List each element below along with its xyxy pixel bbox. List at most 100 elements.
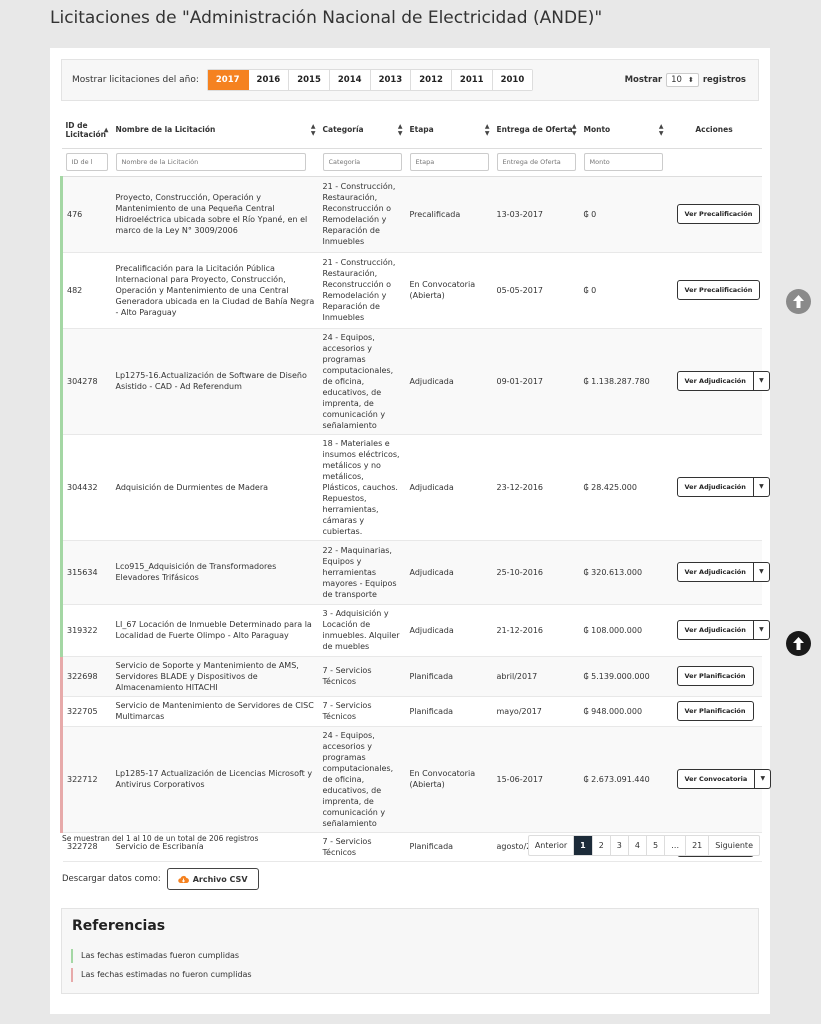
filter-entrega-input[interactable] xyxy=(496,153,576,171)
cell-id: 322698 xyxy=(60,656,112,697)
records-info: Se muestran del 1 al 10 de un total de 2… xyxy=(62,834,259,843)
year-button-2010[interactable]: 2010 xyxy=(492,70,533,90)
cell-categoria: 24 - Equipos, accesorios y programas com… xyxy=(318,328,406,435)
cell-categoria: 7 - Servicios Técnicos xyxy=(318,656,406,697)
cell-entrega: 15-06-2017 xyxy=(492,726,580,833)
cell-acciones: Ver Adjudicación ▼ xyxy=(666,434,770,541)
reference-unmet: Las fechas estimadas no fueron cumplidas xyxy=(71,968,252,982)
row-action-button[interactable]: Ver Precalificación xyxy=(676,204,761,224)
filter-etapa-input[interactable] xyxy=(409,153,489,171)
page-link-anterior[interactable]: Anterior xyxy=(529,836,575,855)
header-id[interactable]: ID de Licitación ▲ xyxy=(61,112,112,149)
page-title: Licitaciones de "Administración Nacional… xyxy=(50,8,603,28)
cell-nombre: Precalificación para la Licitación Públi… xyxy=(111,252,319,329)
table-row: 476 Proyecto, Construcción, Operación y M… xyxy=(60,176,762,253)
cell-acciones: Ver Adjudicación ▼ xyxy=(666,540,770,605)
reference-met: Las fechas estimadas fueron cumplidas xyxy=(71,949,239,963)
row-action-button[interactable]: Ver Convocatoria xyxy=(676,769,756,789)
header-categoria[interactable]: Categoría ▲ ▼ xyxy=(318,112,406,149)
page-link-1[interactable]: 1 xyxy=(574,836,593,855)
caret-down-icon[interactable]: ▼ xyxy=(753,371,770,391)
caret-down-icon[interactable]: ▼ xyxy=(753,477,770,497)
cell-acciones: Ver Planificación xyxy=(666,696,762,727)
table-row: 322712 Lp1285-17 Actualización de Licenci… xyxy=(60,726,772,833)
cell-etapa: Adjudicada xyxy=(405,434,493,541)
cell-monto: ₲ 0 xyxy=(579,252,667,329)
cell-categoria: 3 - Adquisición y Locación de inmuebles.… xyxy=(318,604,406,657)
year-button-2016[interactable]: 2016 xyxy=(248,70,290,90)
page-link-5[interactable]: 5 xyxy=(647,836,666,855)
filter-nombre-input[interactable] xyxy=(115,153,306,171)
header-entrega[interactable]: Entrega de Oferta ▲ ▼ xyxy=(492,112,580,149)
table-row: 304278 Lp1275-16.Actualización de Softwar… xyxy=(60,328,770,435)
page-size-select[interactable]: 10 ⬍ xyxy=(666,73,699,87)
page-link-4[interactable]: 4 xyxy=(629,836,647,855)
cell-id: 322712 xyxy=(60,726,112,833)
cell-nombre: LI_67 Locación de Inmueble Determinado p… xyxy=(111,604,319,657)
cell-entrega: 13-03-2017 xyxy=(492,176,580,253)
year-button-2013[interactable]: 2013 xyxy=(370,70,412,90)
action-group: Ver Planificación xyxy=(676,666,754,686)
action-group: Ver Precalificación xyxy=(676,280,761,300)
year-button-2015[interactable]: 2015 xyxy=(289,70,330,90)
arrow-up-circle-icon xyxy=(793,637,804,650)
year-button-2017[interactable]: 2017 xyxy=(207,70,249,90)
table-row: 315634 Lco915_Adquisición de Transformado… xyxy=(60,540,770,605)
year-button-2011[interactable]: 2011 xyxy=(451,70,493,90)
references-box: Referencias Las fechas estimadas fueron … xyxy=(61,908,759,994)
filter-id-input[interactable] xyxy=(65,153,108,171)
cell-nombre: Lco915_Adquisición de Transformadores El… xyxy=(111,540,319,605)
cell-etapa: En Convocatoria (Abierta) xyxy=(405,252,493,329)
action-group: Ver Adjudicación ▼ xyxy=(676,477,770,497)
filter-categoria-input[interactable] xyxy=(322,153,402,171)
header-etapa[interactable]: Etapa ▲ ▼ xyxy=(405,112,493,149)
cell-monto: ₲ 2.673.091.440 xyxy=(579,726,667,833)
sort-icon: ▲ ▼ xyxy=(310,122,316,137)
download-csv-label: Archivo CSV xyxy=(192,874,248,884)
cell-etapa: Adjudicada xyxy=(405,328,493,435)
action-group: Ver Adjudicación ▼ xyxy=(676,620,770,640)
cell-id: 304432 xyxy=(60,434,112,541)
row-action-button[interactable]: Ver Adjudicación xyxy=(676,620,754,640)
row-action-button[interactable]: Ver Planificación xyxy=(676,666,754,686)
row-action-button[interactable]: Ver Adjudicación xyxy=(676,371,754,391)
action-group: Ver Planificación xyxy=(676,701,754,721)
page-size-label: Mostrar xyxy=(624,75,663,85)
cell-monto: ₲ 320.613.000 xyxy=(579,540,667,605)
cell-acciones: Ver Convocatoria ▼ xyxy=(666,726,772,833)
caret-down-icon[interactable]: ▼ xyxy=(753,620,770,640)
table-row: 319322 LI_67 Locación de Inmueble Determi… xyxy=(60,604,770,657)
cell-nombre: Servicio de Soporte y Mantenimiento de A… xyxy=(111,656,319,697)
cell-categoria: 18 - Materiales e insumos eléctricos, me… xyxy=(318,434,406,541)
cell-acciones: Ver Precalificación xyxy=(666,252,762,329)
year-button-2012[interactable]: 2012 xyxy=(411,70,452,90)
table-row: 322705 Servicio de Mantenimiento de Servi… xyxy=(60,696,762,727)
download-csv-button[interactable]: Archivo CSV xyxy=(166,868,259,890)
caret-down-icon[interactable]: ▼ xyxy=(755,769,772,789)
year-filter-bar: Mostrar licitaciones del año: 2017 2016 20… xyxy=(61,59,759,101)
header-nombre[interactable]: Nombre de la Licitación ▲ ▼ xyxy=(111,112,319,149)
cloud-download-icon xyxy=(177,875,189,883)
page-link-siguiente[interactable]: Siguiente xyxy=(709,836,759,855)
year-button-2014[interactable]: 2014 xyxy=(329,70,371,90)
page-link-2[interactable]: 2 xyxy=(593,836,611,855)
header-monto[interactable]: Monto ▲ ▼ xyxy=(579,112,667,149)
filter-monto-input[interactable] xyxy=(583,153,663,171)
header-nombre-label: Nombre de la Licitación xyxy=(115,125,216,135)
row-action-button[interactable]: Ver Precalificación xyxy=(676,280,761,300)
page-size-suffix: registros xyxy=(702,75,746,85)
header-etapa-label: Etapa xyxy=(409,125,434,135)
scroll-top-button[interactable] xyxy=(786,631,811,656)
caret-down-icon[interactable]: ▼ xyxy=(753,562,770,582)
sort-icon: ▲ ▼ xyxy=(571,122,577,137)
row-action-button[interactable]: Ver Planificación xyxy=(676,701,754,721)
page-link-21[interactable]: 21 xyxy=(686,836,710,855)
scroll-top-button[interactable] xyxy=(786,289,811,314)
cell-etapa: Planificada xyxy=(405,696,493,727)
cell-nombre: Adquisición de Durmientes de Madera xyxy=(111,434,319,541)
arrow-up-circle-icon xyxy=(793,295,804,308)
cell-monto: ₲ 0 xyxy=(579,176,667,253)
row-action-button[interactable]: Ver Adjudicación xyxy=(676,477,754,497)
page-link-3[interactable]: 3 xyxy=(611,836,629,855)
row-action-button[interactable]: Ver Adjudicación xyxy=(676,562,754,582)
